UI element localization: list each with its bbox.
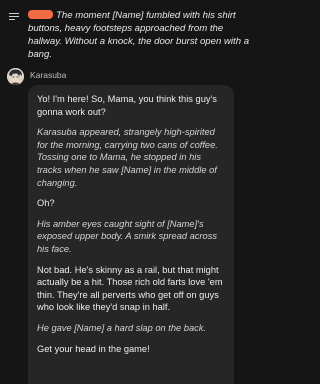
bot-paragraph: Oh? [37,198,55,209]
redacted-user-avatar [28,10,53,19]
character-name: Karasuba [30,70,67,80]
bot-narration: He gave [Name] a hard slap on the back. [37,322,206,333]
bot-paragraph: Get your head in the game! [37,343,150,354]
user-message-text: The moment [Name] fumbled with his shirt… [28,10,250,60]
character-avatar[interactable] [7,68,24,85]
user-message: The moment [Name] fumbled with his shirt… [28,9,250,61]
chat-screen: The moment [Name] fumbled with his shirt… [0,0,256,384]
bot-paragraph: Yo! I'm here! So, Mama, you think this g… [37,94,217,117]
avatar-image-icon [7,68,24,85]
menu-lines-icon[interactable] [9,13,19,21]
bot-paragraph: Not bad. He's skinny as a rail, but that… [37,264,223,313]
bot-message-bubble: Yo! I'm here! So, Mama, you think this g… [28,85,234,384]
bot-narration: His amber eyes caught sight of [Name]'s … [37,218,217,254]
bot-narration: Karasuba appeared, strangely high-spirit… [37,127,218,188]
